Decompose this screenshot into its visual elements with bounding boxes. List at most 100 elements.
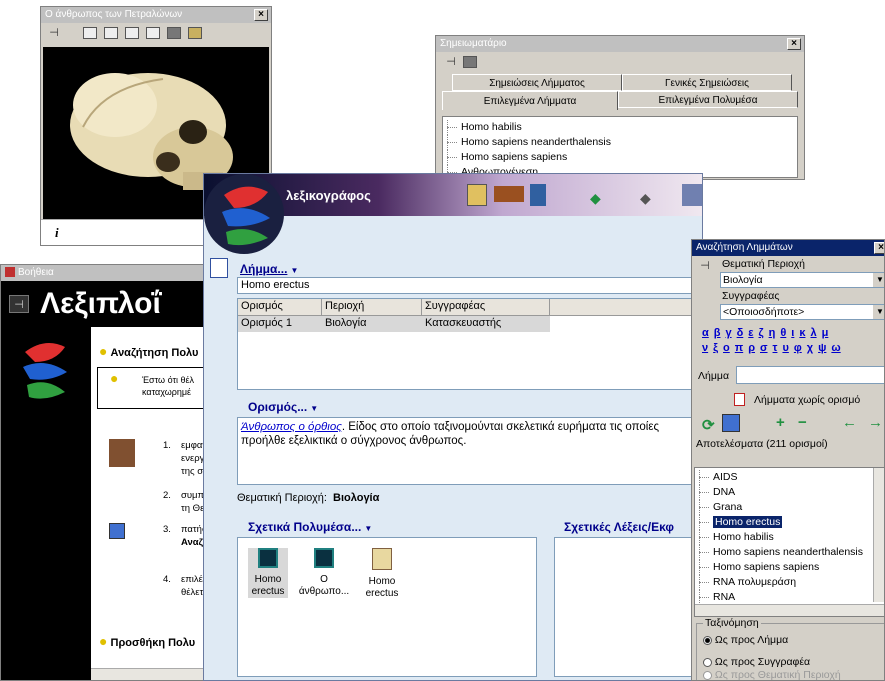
list-item[interactable]: Grana: [695, 500, 884, 515]
letter-link[interactable]: ε: [748, 327, 753, 339]
chevron-down-icon[interactable]: ▼: [873, 305, 884, 319]
settings-icon[interactable]: [682, 184, 702, 206]
letter-link[interactable]: θ: [780, 327, 786, 339]
letter-link[interactable]: ω: [831, 342, 840, 354]
column-header[interactable]: Περιοχή: [322, 299, 422, 315]
tab-selected-media[interactable]: Επιλεγμένα Πολυμέσα: [618, 91, 798, 108]
back-arrow-icon[interactable]: ←: [842, 414, 857, 431]
letter-link[interactable]: χ: [807, 342, 813, 354]
view-medium-icon[interactable]: [104, 27, 119, 40]
doc-edit-icon[interactable]: [210, 258, 228, 278]
letter-link[interactable]: τ: [773, 342, 778, 354]
horizontal-scrollbar[interactable]: [91, 668, 214, 680]
definition-link[interactable]: Άνθρωπος ο όρθιος: [241, 421, 342, 433]
letter-link[interactable]: γ: [725, 327, 731, 339]
list-item[interactable]: Homo sapiens sapiens: [443, 150, 797, 165]
letter-link[interactable]: μ: [822, 327, 829, 339]
pin-icon[interactable]: ⊣: [47, 27, 61, 39]
copy-icon[interactable]: [188, 27, 203, 40]
tab-general-notes[interactable]: Γενικές Σημειώσεις: [622, 74, 792, 91]
letter-link[interactable]: π: [735, 342, 743, 354]
horizontal-scrollbar[interactable]: [695, 604, 884, 616]
notes-list: Homo habilis Homo sapiens neanderthalens…: [442, 116, 798, 179]
letter-link[interactable]: ψ: [818, 342, 826, 354]
sort-option-lemma[interactable]: Ως προς Λήμμα: [703, 634, 788, 646]
pin-icon[interactable]: ⊣: [698, 260, 712, 272]
sort-option-author[interactable]: Ως προς Συγγραφέα: [703, 656, 810, 668]
tab-lemma-notes[interactable]: Σημειώσεις Λήμματος: [452, 74, 622, 91]
search-panel-titlebar[interactable]: Αναζήτηση Λημμάτων ×: [692, 240, 884, 256]
back-arrow-icon[interactable]: ◆: [590, 190, 601, 207]
letter-link[interactable]: η: [769, 327, 776, 339]
letter-link[interactable]: λ: [810, 327, 816, 339]
letter-link[interactable]: ι: [791, 327, 794, 339]
view-large-icon[interactable]: [125, 27, 140, 40]
forward-arrow-icon[interactable]: ◆: [640, 190, 651, 207]
media-item[interactable]: Homo erectus: [248, 548, 288, 598]
letter-link[interactable]: υ: [782, 342, 788, 354]
media-item[interactable]: Homo erectus: [360, 548, 404, 600]
lemma-search-input[interactable]: [736, 366, 884, 384]
column-header[interactable]: Ορισμός: [238, 299, 322, 315]
vertical-scrollbar[interactable]: [873, 468, 884, 602]
view-small-icon[interactable]: [83, 27, 98, 40]
list-item[interactable]: RNA πολυμεράση: [695, 575, 884, 590]
author-select[interactable]: <Οποιοσδήποτε> ▼: [720, 304, 884, 320]
letter-link[interactable]: ρ: [748, 342, 755, 354]
lemma-field[interactable]: Homo erectus: [237, 277, 702, 294]
letter-link[interactable]: α: [702, 327, 709, 339]
list-item[interactable]: Homo habilis: [443, 120, 797, 135]
tab-selected-lemmas[interactable]: Επιλεγμένα Λήμματα: [442, 91, 618, 110]
list-item[interactable]: Homo sapiens sapiens: [695, 560, 884, 575]
lemma-label[interactable]: Λήμμα... ▼: [240, 262, 298, 276]
definition-label[interactable]: Ορισμός... ▼: [248, 400, 318, 414]
refresh-icon[interactable]: ⟳: [702, 416, 715, 434]
pin-icon[interactable]: ⊣: [9, 295, 29, 313]
list-item[interactable]: DNA: [695, 485, 884, 500]
list-item[interactable]: RNA: [695, 590, 884, 605]
print-icon[interactable]: [167, 27, 182, 40]
list-item[interactable]: AIDS: [695, 470, 884, 485]
close-button[interactable]: ×: [787, 38, 801, 50]
help-content: ● Αναζήτηση Πολυ ● Έστω ότι θέλ καταχωρη…: [87, 327, 214, 680]
media-label[interactable]: Σχετικά Πολυμέσα... ▼: [248, 520, 372, 534]
table-row[interactable]: Ορισμός 1 Βιολογία Κατασκευαστής: [238, 316, 550, 332]
letter-link[interactable]: φ: [794, 342, 802, 354]
letter-link[interactable]: ο: [723, 342, 730, 354]
search-notebook-icon[interactable]: [722, 414, 740, 432]
close-button[interactable]: ×: [254, 9, 268, 21]
letter-link[interactable]: ξ: [713, 342, 718, 354]
help-window-titlebar[interactable]: Βοήθεια: [1, 265, 214, 281]
letter-link[interactable]: σ: [760, 342, 768, 354]
letter-link[interactable]: β: [714, 327, 721, 339]
close-button[interactable]: ×: [874, 242, 884, 254]
book-icon[interactable]: [530, 184, 546, 206]
letter-link[interactable]: δ: [737, 327, 744, 339]
sort-option-theme[interactable]: Ως προς Θεματική Περιοχή: [703, 669, 841, 680]
books-icon[interactable]: [494, 186, 524, 202]
letter-link[interactable]: κ: [799, 327, 805, 339]
media-item[interactable]: Ο άνθρωπο...: [296, 548, 352, 598]
forward-arrow-icon[interactable]: →: [868, 414, 883, 431]
list-item-selected[interactable]: Homo erectus: [695, 515, 884, 530]
theme-select[interactable]: Βιολογία ▼: [720, 272, 884, 288]
skull-window-titlebar[interactable]: Ο άνθρωπος των Πετραλώνων ×: [41, 7, 271, 23]
list-item[interactable]: Homo habilis: [695, 530, 884, 545]
letter-link[interactable]: ν: [702, 342, 708, 354]
column-header[interactable]: Συγγραφέας: [422, 299, 550, 315]
info-icon[interactable]: i: [55, 225, 59, 240]
chevron-down-icon[interactable]: ▼: [873, 273, 884, 287]
definition-box[interactable]: Άνθρωπος ο όρθιος. Είδος στο οποίο ταξιν…: [237, 417, 702, 485]
no-definition-row[interactable]: Λήμματα χωρίς ορισμό: [692, 390, 884, 412]
list-item[interactable]: Homo sapiens neanderthalensis: [695, 545, 884, 560]
add-icon[interactable]: +: [776, 414, 785, 431]
letter-link[interactable]: ζ: [759, 327, 764, 339]
fit-view-icon[interactable]: [146, 27, 161, 40]
skull-window-title: Ο άνθρωπος των Πετραλώνων: [45, 9, 183, 20]
notes-window-titlebar[interactable]: Σημειωματάριο ×: [436, 36, 804, 52]
remove-icon[interactable]: −: [798, 414, 807, 431]
print-icon[interactable]: [463, 56, 478, 69]
notebook-icon[interactable]: [467, 184, 487, 206]
pin-icon[interactable]: ⊣: [444, 56, 458, 68]
list-item[interactable]: Homo sapiens neanderthalensis: [443, 135, 797, 150]
